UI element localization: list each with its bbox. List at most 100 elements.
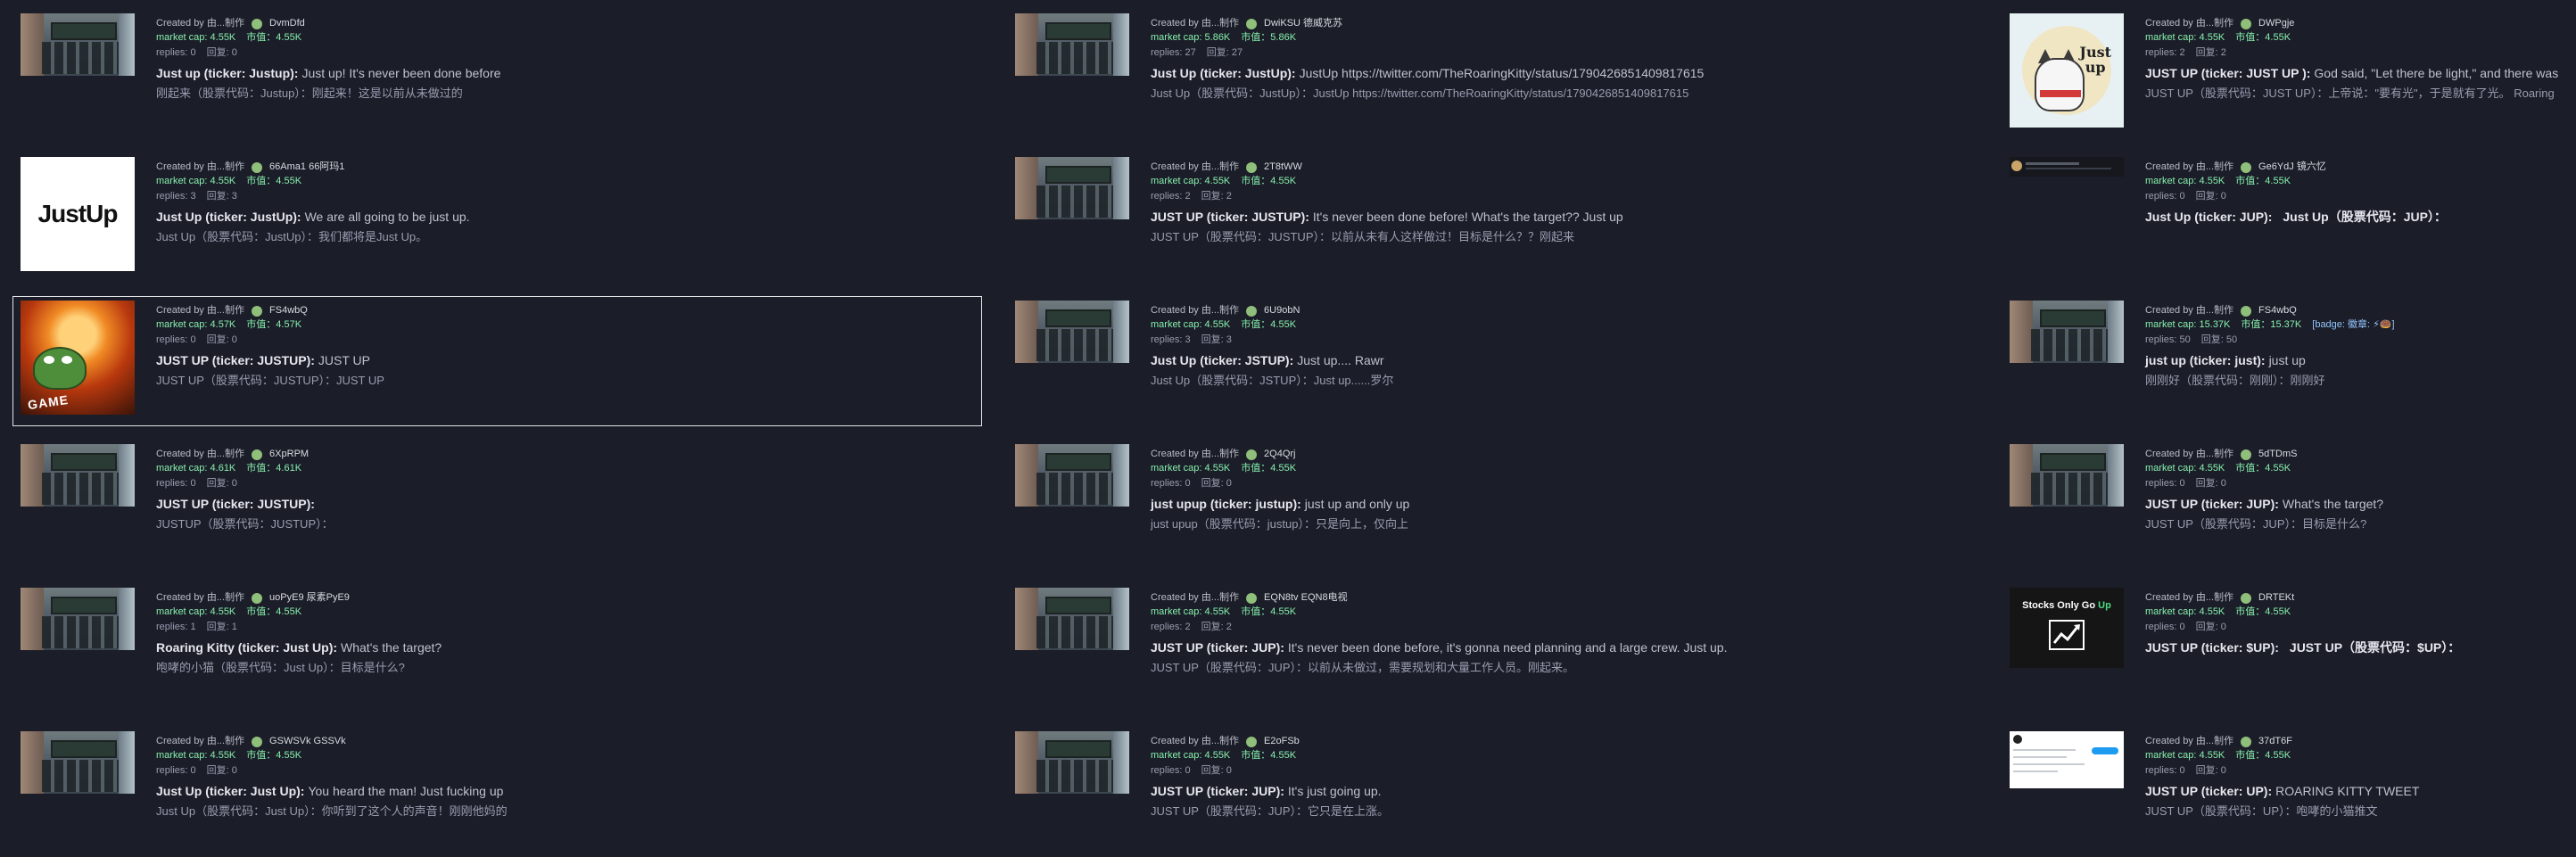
coin-thumbnail-calculator[interactable] <box>1015 444 1129 507</box>
replies-count: replies: 27 <box>1151 47 1196 58</box>
coin-thumbnail-calculator[interactable] <box>1015 157 1129 219</box>
creator-id-link[interactable]: DvmDfd <box>269 19 305 29</box>
creator-avatar[interactable] <box>1246 592 1258 604</box>
coin-card[interactable]: Created by 由...制作 DvmDfd market cap: 4.5… <box>12 9 982 139</box>
creator-id-link[interactable]: 6XpRPM <box>269 449 309 459</box>
coin-card[interactable]: Created by 由...制作 2Q4Qrj market cap: 4.5… <box>1007 440 1977 570</box>
coin-thumbnail-justup-logo[interactable]: JustUp <box>21 157 135 271</box>
coin-info: Created by 由...制作 DwiKSU 德威克苏 market cap… <box>1151 15 1970 133</box>
coin-name-ticker: Just Up (ticker: JustUp): <box>156 210 301 224</box>
coin-description: It's never been done before! What's the … <box>1312 210 1623 224</box>
coin-card[interactable]: Created by 由...制作 2T8tWW market cap: 4.5… <box>1007 152 1977 283</box>
coin-thumbnail-tweet-screenshot[interactable] <box>2010 731 2124 788</box>
creator-id-link[interactable]: 66Ama1 66阿玛1 <box>269 162 344 172</box>
creator-avatar[interactable] <box>2241 592 2252 604</box>
coin-card[interactable]: Created by 由...制作 6U9obN market cap: 4.5… <box>1007 296 1977 426</box>
coin-info: Created by 由...制作 DWPgje market cap: 4.5… <box>2145 15 2563 133</box>
market-cap-cn: 市值：4.55K <box>246 749 302 761</box>
coin-card[interactable]: Stocks Only Go Up Created by 由...制作 DRTE… <box>2002 583 2564 713</box>
creator-avatar[interactable] <box>2241 736 2252 747</box>
coin-thumbnail-calculator[interactable] <box>21 444 135 507</box>
creator-avatar[interactable] <box>1246 18 1258 29</box>
creator-avatar[interactable] <box>1246 449 1258 460</box>
coin-thumbnail-calculator[interactable] <box>21 13 135 76</box>
creator-avatar[interactable] <box>252 449 263 460</box>
market-cap-cn: 市值：5.86K <box>1241 31 1297 43</box>
market-cap-cn: 市值：4.55K <box>2235 462 2291 474</box>
coin-card[interactable]: Created by 由...制作 DwiKSU 德威克苏 market cap… <box>1007 9 1977 139</box>
created-by-label: Created by 由...制作 <box>2145 449 2234 459</box>
replies-count-cn: 回复: 2 <box>1201 191 1232 202</box>
coin-thumbnail-stocks-only-go-up[interactable]: Stocks Only Go Up <box>2010 588 2124 668</box>
badge: [badge: 徽章: ⚡🍩] <box>2312 318 2395 330</box>
coin-info: Created by 由...制作 66Ama1 66阿玛1 market ca… <box>156 159 976 276</box>
coin-thumbnail-calculator[interactable] <box>1015 301 1129 363</box>
coin-thumbnail-calculator[interactable] <box>1015 588 1129 650</box>
coin-info: Created by 由...制作 5dTDmS market cap: 4.5… <box>2145 446 2557 564</box>
creator-avatar[interactable] <box>252 592 263 604</box>
coin-card[interactable]: GAME Created by 由...制作 FS4wbQ market cap… <box>12 296 982 426</box>
creator-id-link[interactable]: FS4wbQ <box>269 306 308 316</box>
creator-id-link[interactable]: DwiKSU 德威克苏 <box>1264 19 1342 29</box>
creator-id-link[interactable]: FS4wbQ <box>2258 306 2297 316</box>
creator-id-link[interactable]: E2oFSb <box>1264 737 1300 746</box>
creator-id-link[interactable]: 5dTDmS <box>2258 449 2297 459</box>
creator-id-link[interactable]: GSWSVk GSSVk <box>269 737 346 746</box>
creator-avatar[interactable] <box>2241 18 2252 29</box>
creator-id-link[interactable]: uoPyE9 尿素PyE9 <box>269 593 350 603</box>
coin-thumbnail-calculator[interactable] <box>2010 301 2124 363</box>
coin-card[interactable]: Just up Created by 由...制作 DWPgje market c… <box>2002 9 2564 139</box>
creator-id-link[interactable]: 37dT6F <box>2258 737 2292 746</box>
creator-id-link[interactable]: DWPgje <box>2258 19 2294 29</box>
coin-card[interactable]: Created by 由...制作 GSWSVk GSSVk market ca… <box>12 727 982 857</box>
coin-card[interactable]: JustUp Created by 由...制作 66Ama1 66阿玛1 ma… <box>12 152 982 283</box>
market-cap-cn: 市值：4.55K <box>246 31 302 43</box>
coin-thumbnail-calculator[interactable] <box>21 731 135 794</box>
coin-card[interactable]: Created by 由...制作 37dT6F market cap: 4.5… <box>2002 727 2564 857</box>
creator-id-link[interactable]: 2T8tWW <box>1264 162 1302 172</box>
creator-avatar[interactable] <box>1246 736 1258 747</box>
market-cap: market cap: 4.55K <box>1151 318 1231 330</box>
creator-avatar[interactable] <box>1246 305 1258 317</box>
creator-id-link[interactable]: 2Q4Qrj <box>1264 449 1295 459</box>
creator-id-link[interactable]: EQN8tv EQN8电视 <box>1264 593 1348 603</box>
coin-card[interactable]: Created by 由...制作 uoPyE9 尿素PyE9 market c… <box>12 583 982 713</box>
coin-card[interactable]: Created by 由...制作 FS4wbQ market cap: 15.… <box>2002 296 2564 426</box>
coin-translation: JUST UP（股票代码：UP）：咆哮的小猫推文 <box>2145 803 2378 818</box>
creator-avatar[interactable] <box>1246 161 1258 173</box>
creator-id-link[interactable]: 6U9obN <box>1264 306 1300 316</box>
created-by-label: Created by 由...制作 <box>1151 449 1240 459</box>
coin-translation: JUST UP（股票代码：JUP）：以前从未做过，需要规划和大量工作人员。刚起来… <box>1151 660 1574 674</box>
created-by-label: Created by 由...制作 <box>2145 305 2234 316</box>
replies-count: replies: 3 <box>156 191 196 202</box>
coin-description: We are all going to be just up. <box>304 210 470 224</box>
replies-count: replies: 2 <box>1151 622 1191 632</box>
coin-card[interactable]: Created by 由...制作 EQN8tv EQN8电视 market c… <box>1007 583 1977 713</box>
coin-card[interactable]: Created by 由...制作 Ge6YdJ 镜六忆 market cap:… <box>2002 152 2564 283</box>
creator-avatar[interactable] <box>252 736 263 747</box>
coin-thumbnail-cat[interactable]: Just up <box>2010 13 2124 128</box>
creator-id-link[interactable]: DRTEKt <box>2258 593 2294 603</box>
coin-thumbnail-explosion-frog[interactable]: GAME <box>21 301 135 415</box>
creator-id-link[interactable]: Ge6YdJ 镜六忆 <box>2258 162 2326 172</box>
creator-avatar[interactable] <box>252 161 263 173</box>
coin-description: Just up! It's never been done before <box>301 66 501 80</box>
coin-name-ticker: Just Up (ticker: Just Up): <box>156 784 305 798</box>
coin-thumbnail-tweet[interactable] <box>2010 157 2124 177</box>
creator-avatar[interactable] <box>2241 449 2252 460</box>
market-cap-cn: 市值：4.55K <box>2235 31 2291 43</box>
market-cap-cn: 市值：4.55K <box>2235 606 2291 617</box>
creator-avatar[interactable] <box>2241 305 2252 317</box>
coin-card[interactable]: Created by 由...制作 6XpRPM market cap: 4.6… <box>12 440 982 570</box>
creator-avatar[interactable] <box>2241 161 2252 173</box>
coin-thumbnail-calculator[interactable] <box>1015 13 1129 76</box>
creator-avatar[interactable] <box>252 305 263 317</box>
market-cap-cn: 市值：4.55K <box>1241 749 1297 761</box>
creator-avatar[interactable] <box>252 18 263 29</box>
coin-card[interactable]: Created by 由...制作 E2oFSb market cap: 4.5… <box>1007 727 1977 857</box>
coin-card[interactable]: Created by 由...制作 5dTDmS market cap: 4.5… <box>2002 440 2564 570</box>
coin-thumbnail-calculator[interactable] <box>2010 444 2124 507</box>
coin-translation: JUSTUP（股票代码：JUSTUP）： <box>156 516 334 531</box>
coin-thumbnail-calculator[interactable] <box>1015 731 1129 794</box>
coin-thumbnail-calculator[interactable] <box>21 588 135 650</box>
